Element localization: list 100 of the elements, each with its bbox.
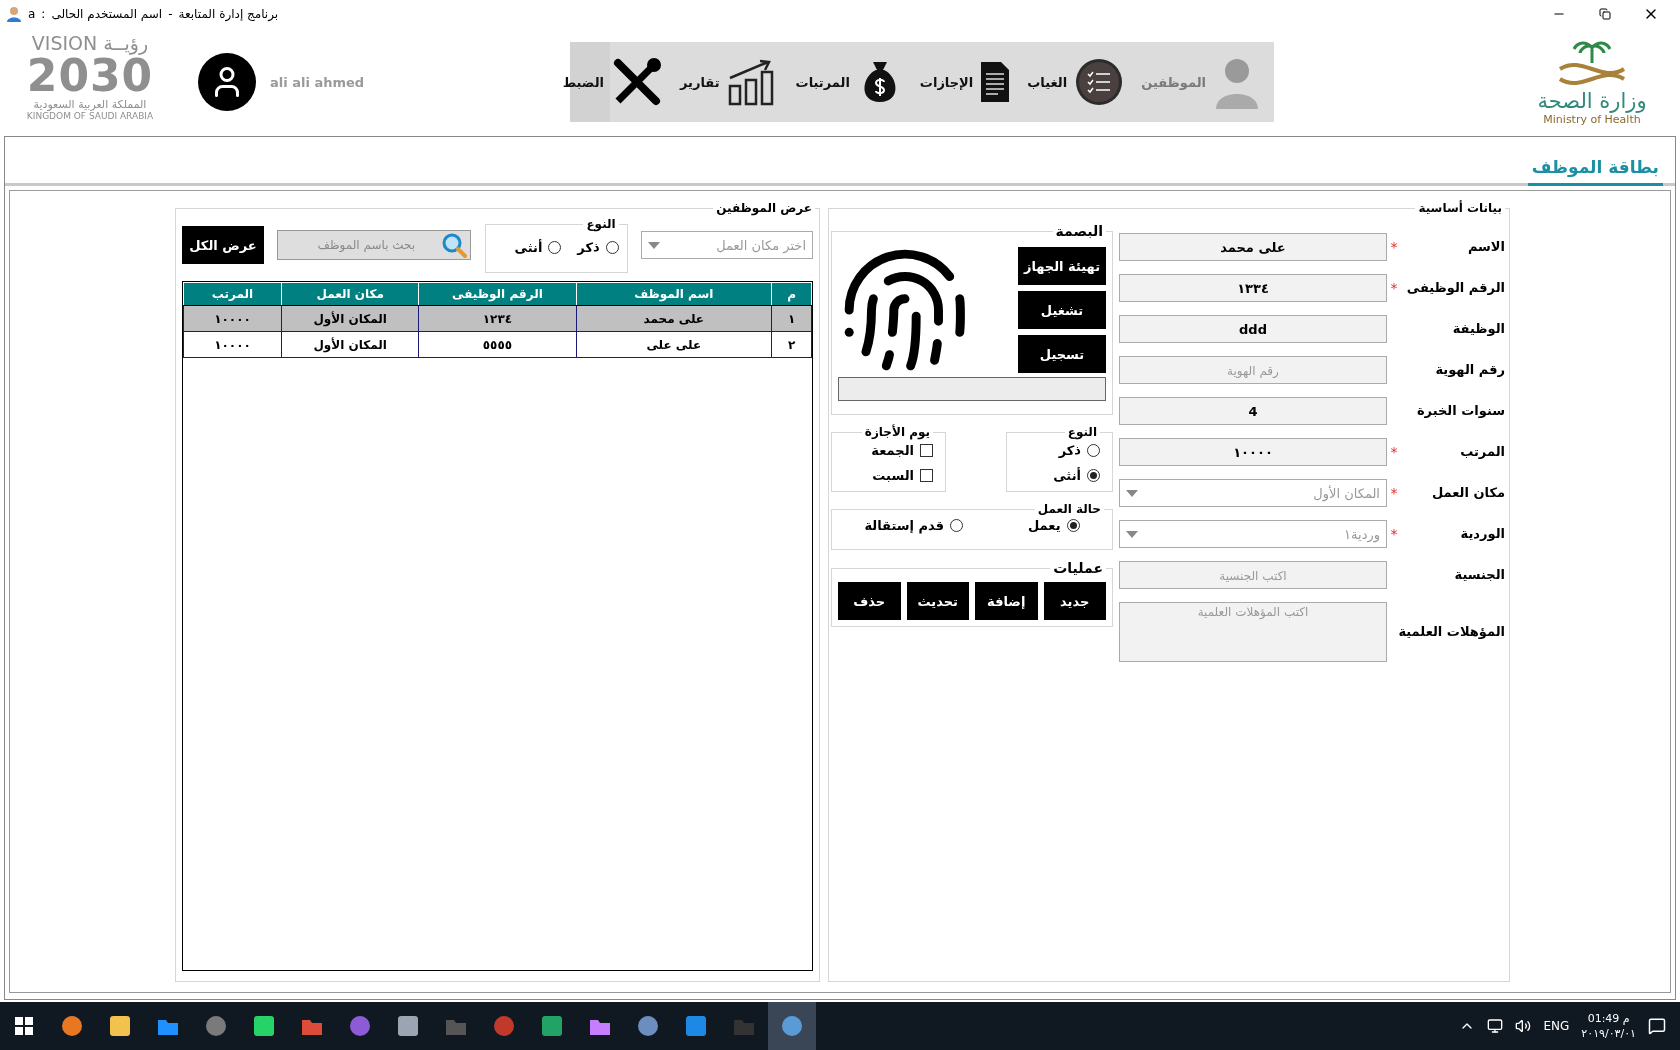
group-title: النوع: [1066, 425, 1098, 439]
country-name-arabic: المملكة العربية السعودية: [33, 98, 147, 111]
column-header[interactable]: مكان العمل: [281, 282, 419, 306]
group-title: البصمة: [1054, 223, 1104, 239]
table-cell: ١٠٠٠٠: [183, 331, 282, 358]
show-all-button[interactable]: عرض الكل: [182, 226, 264, 264]
radio-button[interactable]: [1066, 519, 1080, 532]
search-field[interactable]: بحث باسم الموظف: [277, 230, 472, 260]
table-cell: على محمد: [576, 305, 772, 332]
volume-icon[interactable]: [1515, 1018, 1532, 1034]
vision-year: 2030: [26, 54, 154, 98]
text-area[interactable]: اكتب المؤهلات العلمية: [1119, 602, 1387, 662]
fingerprint-button[interactable]: تسجيل: [1018, 335, 1106, 373]
clock-time[interactable]: 01:49 م: [1587, 1011, 1630, 1026]
nav-item[interactable]: المرتبات: [795, 74, 850, 90]
operation-button[interactable]: حذف: [838, 582, 901, 620]
field-label: الجنسية: [1453, 566, 1505, 584]
column-header[interactable]: الرقم الوظيفى: [418, 282, 576, 306]
title-colon: :: [41, 7, 46, 21]
user-label: اسم المستخدم الحالى: [51, 7, 163, 21]
document-icon: [981, 62, 1010, 102]
table-cell: ١: [771, 305, 812, 332]
nav-item[interactable]: الغياب: [1027, 74, 1068, 90]
ministry-name: Ministry of Health: [1543, 112, 1641, 126]
checklist-icon: [1075, 58, 1124, 106]
operation-button[interactable]: إضافة: [975, 582, 1038, 620]
app-icon[interactable]: [684, 1014, 708, 1038]
radio-label: أنثى: [514, 240, 543, 255]
language-indicator[interactable]: ENG: [1543, 1019, 1570, 1033]
search-icon: [441, 232, 468, 258]
input-field[interactable]: ١٠٠٠٠: [1119, 438, 1387, 466]
user-icon: [6, 6, 22, 22]
column-header[interactable]: المرتب: [183, 282, 282, 306]
fingerprint-button[interactable]: تهيئة الجهاز: [1018, 247, 1106, 285]
app-icon[interactable]: [540, 1014, 564, 1038]
input-field[interactable]: ١٣٣٤: [1119, 274, 1387, 302]
title-separator: -: [168, 7, 173, 21]
network-icon[interactable]: [1487, 1018, 1504, 1034]
field-label: سنوات الخبرة: [1415, 402, 1505, 420]
ministry-name-arabic: وزارة الصحة: [1537, 88, 1647, 113]
required-mark: *: [1390, 280, 1398, 296]
checkbox[interactable]: [920, 469, 933, 482]
table-cell: ١٠٠٠٠: [183, 305, 282, 332]
group-title: النوع: [585, 217, 617, 231]
column-header[interactable]: اسم الموظف: [576, 282, 772, 306]
app-icon[interactable]: [396, 1014, 420, 1038]
radio-label: ذكر: [1058, 443, 1081, 458]
required-mark: *: [1390, 239, 1398, 255]
table-cell: المكان الأول: [281, 331, 419, 358]
input-field[interactable]: رقم الهوية: [1119, 356, 1387, 384]
field-label: الوظيفة: [1451, 320, 1505, 338]
nav-item[interactable]: الضبط: [562, 74, 604, 90]
required-mark: *: [1390, 485, 1398, 501]
dropdown-caret-icon: [1126, 530, 1138, 538]
page-tab[interactable]: بطاقة الموظف: [1527, 157, 1663, 186]
fingerprint-button[interactable]: تشغيل: [1018, 291, 1106, 329]
dropdown-caret-icon: [648, 241, 660, 249]
panel-title: بيانات أساسية: [1417, 201, 1503, 215]
operation-button[interactable]: جديد: [1043, 582, 1106, 620]
window-title: برنامج إدارة المتابعة: [178, 7, 279, 21]
radio-button[interactable]: [1087, 469, 1100, 482]
field-label: رقم الهوية: [1434, 361, 1505, 379]
radio-label: أنثى: [1053, 468, 1081, 483]
radio-label: يعمل: [1028, 518, 1061, 533]
country-name: KINGDOM OF SAUDI ARABIA: [26, 111, 154, 121]
nav-item[interactable]: الإجازات: [919, 74, 974, 90]
input-field[interactable]: 4: [1119, 397, 1387, 425]
input-field[interactable]: اكتب الجنسية: [1119, 561, 1387, 589]
table-cell: على على: [576, 331, 772, 358]
group-title: حالة العمل: [1036, 502, 1102, 516]
radio-button[interactable]: [1087, 444, 1100, 457]
required-mark: *: [1390, 444, 1398, 460]
field-label: الوردية: [1459, 525, 1505, 543]
radio-label: ذكر: [577, 240, 600, 255]
column-header[interactable]: م: [771, 282, 812, 306]
nav-item[interactable]: تقارير: [680, 74, 720, 90]
app-icon[interactable]: [108, 1014, 132, 1038]
group-title: عمليات: [1052, 560, 1104, 576]
app-icon[interactable]: [636, 1014, 660, 1038]
current-user: a: [28, 7, 36, 21]
radio-button[interactable]: [605, 241, 619, 254]
radio-button[interactable]: [548, 241, 562, 254]
clock-date[interactable]: ٢٠١٩/٠٣/٠١: [1581, 1026, 1636, 1041]
radio-button[interactable]: [950, 519, 964, 532]
app-icon[interactable]: [252, 1014, 276, 1038]
operation-button[interactable]: تحديث: [906, 582, 969, 620]
avatar: [198, 53, 256, 111]
panel-title: عرض الموظفين: [715, 201, 813, 215]
checkbox[interactable]: [920, 444, 933, 457]
checkbox-label: الجمعة: [871, 443, 914, 458]
field-label: الاسم: [1466, 238, 1505, 256]
app-icon[interactable]: [60, 1014, 84, 1038]
input-field[interactable]: ddd: [1119, 315, 1387, 343]
windows-logo-icon[interactable]: [15, 1017, 33, 1035]
field-label: الرقم الوظيفى: [1405, 279, 1505, 297]
field-label: المؤهلات العلمية: [1401, 623, 1505, 641]
table-cell: ٢: [771, 331, 812, 358]
notification-icon[interactable]: [1648, 1017, 1666, 1035]
field-label: المرتب: [1459, 443, 1505, 461]
input-field[interactable]: على محمد: [1119, 233, 1387, 261]
